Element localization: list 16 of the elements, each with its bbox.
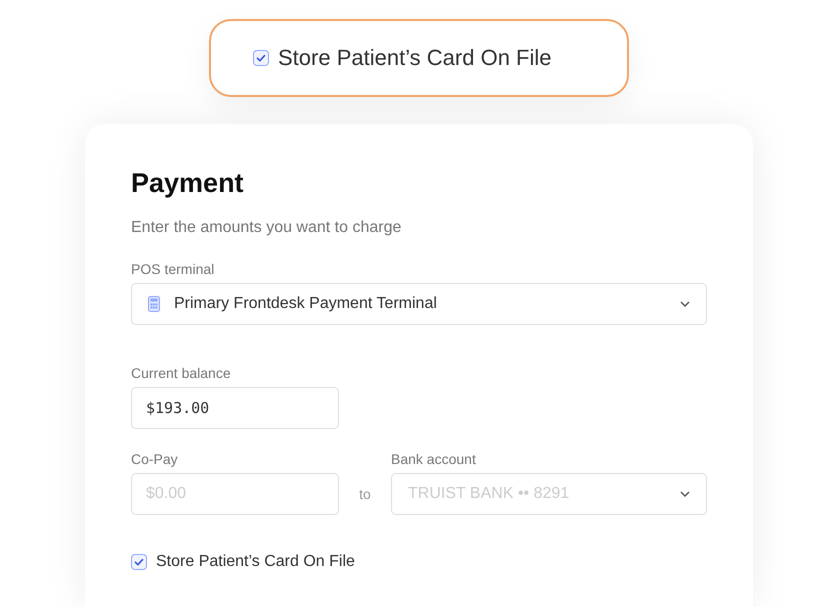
store-card-checkbox[interactable]: Store Patient’s Card On File <box>131 553 355 571</box>
pos-terminal-select[interactable]: Primary Frontdesk Payment Terminal <box>131 283 707 325</box>
field-label: Co-Pay <box>131 451 179 467</box>
chevron-down-icon <box>680 301 690 307</box>
field-label: Current balance <box>131 365 231 381</box>
field-label: POS terminal <box>131 261 214 277</box>
current-balance-field[interactable]: $193.00 <box>131 387 339 429</box>
payment-subtitle: Enter the amounts you want to charge <box>131 219 402 237</box>
chevron-down-icon <box>680 491 690 497</box>
payment-title: Payment <box>131 168 244 199</box>
store-card-checkbox[interactable]: Store Patient’s Card On File <box>253 45 552 71</box>
field-label: Bank account <box>391 451 477 467</box>
to-label: to <box>358 485 372 504</box>
calculator-icon <box>148 296 160 312</box>
checkbox-icon[interactable] <box>131 554 147 570</box>
checkbox-icon[interactable] <box>253 50 269 66</box>
